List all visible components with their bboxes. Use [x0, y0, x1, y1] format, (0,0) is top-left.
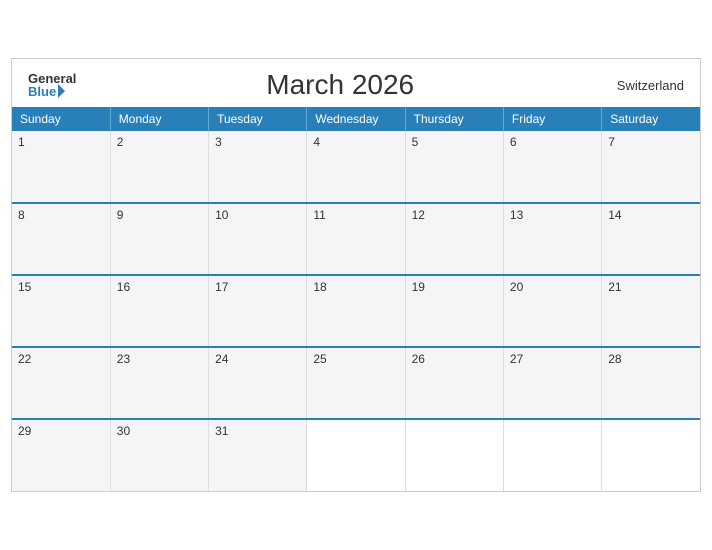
day-number: 16 — [117, 280, 130, 294]
day-cell-2-5: 20 — [503, 275, 601, 347]
day-number: 21 — [608, 280, 621, 294]
day-cell-4-3 — [307, 419, 405, 491]
header-thursday: Thursday — [405, 107, 503, 131]
day-cell-3-4: 26 — [405, 347, 503, 419]
day-cell-4-6 — [602, 419, 700, 491]
day-cell-0-5: 6 — [503, 131, 601, 203]
day-number: 5 — [412, 135, 419, 149]
calendar-container: General Blue March 2026 Switzerland Sund… — [11, 58, 701, 492]
day-number: 4 — [313, 135, 320, 149]
day-number: 7 — [608, 135, 615, 149]
day-cell-2-6: 21 — [602, 275, 700, 347]
day-cell-4-5 — [503, 419, 601, 491]
day-number: 23 — [117, 352, 130, 366]
logo-triangle-icon — [58, 84, 65, 98]
day-cell-1-2: 10 — [209, 203, 307, 275]
day-number: 18 — [313, 280, 326, 294]
day-number: 31 — [215, 424, 228, 438]
calendar-grid: Sunday Monday Tuesday Wednesday Thursday… — [12, 107, 700, 491]
day-cell-3-6: 28 — [602, 347, 700, 419]
day-cell-3-0: 22 — [12, 347, 110, 419]
day-cell-2-2: 17 — [209, 275, 307, 347]
day-cell-2-3: 18 — [307, 275, 405, 347]
day-cell-4-0: 29 — [12, 419, 110, 491]
day-cell-3-2: 24 — [209, 347, 307, 419]
day-number: 8 — [18, 208, 25, 222]
day-number: 12 — [412, 208, 425, 222]
day-cell-1-4: 12 — [405, 203, 503, 275]
week-row-5: 29 30 31 — [12, 419, 700, 491]
calendar-header: General Blue March 2026 Switzerland — [12, 59, 700, 107]
day-number: 6 — [510, 135, 517, 149]
day-number: 14 — [608, 208, 621, 222]
day-cell-4-2: 31 — [209, 419, 307, 491]
day-number: 30 — [117, 424, 130, 438]
day-cell-0-4: 5 — [405, 131, 503, 203]
day-cell-1-1: 9 — [110, 203, 208, 275]
day-cell-4-4 — [405, 419, 503, 491]
logo-blue-text: Blue — [28, 85, 76, 98]
day-number: 3 — [215, 135, 222, 149]
day-cell-3-1: 23 — [110, 347, 208, 419]
day-cell-2-0: 15 — [12, 275, 110, 347]
day-cell-3-3: 25 — [307, 347, 405, 419]
day-number: 19 — [412, 280, 425, 294]
day-cell-4-1: 30 — [110, 419, 208, 491]
logo: General Blue — [28, 72, 76, 98]
day-number: 25 — [313, 352, 326, 366]
weekday-header-row: Sunday Monday Tuesday Wednesday Thursday… — [12, 107, 700, 131]
day-number: 15 — [18, 280, 31, 294]
calendar-country: Switzerland — [604, 78, 684, 93]
day-number: 13 — [510, 208, 523, 222]
day-cell-0-6: 7 — [602, 131, 700, 203]
day-number: 17 — [215, 280, 228, 294]
day-number: 1 — [18, 135, 25, 149]
day-number: 29 — [18, 424, 31, 438]
day-cell-1-6: 14 — [602, 203, 700, 275]
day-cell-1-3: 11 — [307, 203, 405, 275]
day-number: 27 — [510, 352, 523, 366]
day-number: 24 — [215, 352, 228, 366]
week-row-4: 22 23 24 25 26 27 28 — [12, 347, 700, 419]
header-monday: Monday — [110, 107, 208, 131]
week-row-3: 15 16 17 18 19 20 21 — [12, 275, 700, 347]
header-friday: Friday — [503, 107, 601, 131]
day-cell-2-1: 16 — [110, 275, 208, 347]
header-saturday: Saturday — [602, 107, 700, 131]
day-cell-2-4: 19 — [405, 275, 503, 347]
day-number: 2 — [117, 135, 124, 149]
day-cell-0-0: 1 — [12, 131, 110, 203]
day-number: 22 — [18, 352, 31, 366]
day-cell-0-2: 3 — [209, 131, 307, 203]
day-number: 28 — [608, 352, 621, 366]
week-row-1: 1 2 3 4 5 6 7 — [12, 131, 700, 203]
day-cell-1-0: 8 — [12, 203, 110, 275]
day-number: 20 — [510, 280, 523, 294]
header-tuesday: Tuesday — [209, 107, 307, 131]
day-cell-1-5: 13 — [503, 203, 601, 275]
header-sunday: Sunday — [12, 107, 110, 131]
day-number: 11 — [313, 208, 325, 222]
day-cell-3-5: 27 — [503, 347, 601, 419]
day-cell-0-1: 2 — [110, 131, 208, 203]
day-number: 10 — [215, 208, 228, 222]
day-cell-0-3: 4 — [307, 131, 405, 203]
header-wednesday: Wednesday — [307, 107, 405, 131]
week-row-2: 8 9 10 11 12 13 14 — [12, 203, 700, 275]
calendar-title: March 2026 — [76, 69, 604, 101]
day-number: 9 — [117, 208, 124, 222]
day-number: 26 — [412, 352, 425, 366]
